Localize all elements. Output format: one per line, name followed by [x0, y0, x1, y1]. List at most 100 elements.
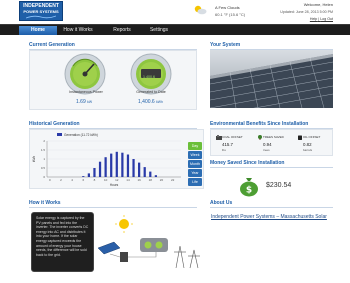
- nav-tab-home[interactable]: Home: [19, 26, 57, 35]
- x-tick-label: 20: [160, 178, 164, 182]
- header: INDEPENDENT POWER SYSTEMS A Few Clouds 6…: [0, 0, 350, 24]
- range-year-button[interactable]: Year: [188, 169, 202, 177]
- range-life-button[interactable]: Life: [188, 178, 202, 186]
- updated-text: Updated: June 28, 2013 5:00 PM: [280, 10, 333, 14]
- bar: [132, 159, 135, 177]
- bar: [104, 157, 107, 177]
- instant-power-unit: kW: [87, 100, 93, 104]
- x-tick-label: 0: [49, 178, 51, 182]
- coal-unit: lbs: [222, 148, 226, 152]
- meter-display: 1,400.6: [143, 75, 155, 79]
- bar: [110, 153, 113, 177]
- main-nav: Home How it Works Reports Settings: [0, 24, 350, 35]
- x-axis-label: Hours: [110, 183, 119, 187]
- y-tick-label: 0: [43, 175, 45, 179]
- generated-to-date-label: Generated to Date: [136, 90, 166, 94]
- nav-tab-reports[interactable]: Reports: [102, 26, 142, 35]
- x-tick-label: 6: [82, 178, 84, 182]
- x-tick-label: 12: [115, 178, 119, 182]
- weather-widget: A Few Clouds 60.1 °F (15.6 °C): [193, 3, 268, 21]
- about-link[interactable]: Independent Power Systems – Massachusett…: [211, 214, 327, 220]
- partly-cloudy-icon: [194, 5, 207, 15]
- account-links: Help | Log Out: [309, 17, 333, 21]
- bar: [93, 168, 96, 177]
- bar: [87, 173, 90, 177]
- power-tower-icon: [174, 245, 200, 269]
- coal-label: COAL OFFSET: [222, 135, 243, 139]
- range-month-button[interactable]: Month: [188, 160, 202, 168]
- coal-value: 415.7: [222, 142, 233, 147]
- your-system-title: Your System: [210, 42, 333, 50]
- instant-power-value: 1.69 kW: [76, 99, 92, 105]
- x-tick-label: 8: [94, 178, 96, 182]
- todate-value: 1,400.6 kWh: [138, 99, 163, 105]
- y-tick-label: 2: [43, 139, 45, 143]
- bar: [138, 162, 141, 177]
- bar: [154, 175, 157, 177]
- nav-tab-settings[interactable]: Settings: [142, 26, 176, 35]
- todate-unit: kWh: [156, 100, 163, 104]
- historical-chart: Generation (11.72 kWh)00.511.520 2 4 6 8 10 12…: [32, 133, 181, 187]
- current-generation-title: Current Generation: [29, 42, 197, 50]
- bar: [149, 171, 152, 177]
- logout-link[interactable]: Log Out: [320, 17, 333, 21]
- x-tick-label: 18: [149, 178, 153, 182]
- money-title: Money Saved Since Installation: [210, 160, 333, 168]
- x-tick-label: 10: [104, 178, 108, 182]
- brand-logo[interactable]: INDEPENDENT POWER SYSTEMS: [19, 1, 63, 21]
- oil-value: 0.82: [303, 142, 312, 147]
- x-tick-label: 2: [60, 178, 62, 182]
- nav-tab-how-it-works[interactable]: How it Works: [58, 26, 98, 35]
- logo-line2: POWER SYSTEMS: [23, 9, 59, 14]
- x-tick-label: 16: [137, 178, 141, 182]
- bar: [143, 167, 146, 177]
- meter-icon: [140, 238, 168, 252]
- instant-power-number: 1.69: [76, 99, 86, 105]
- instant-power-label: Instantaneous Power: [69, 90, 103, 94]
- todate-number: 1,400.6: [138, 99, 155, 105]
- x-tick-label: 22: [171, 178, 175, 182]
- historical-title: Historical Generation: [29, 121, 197, 129]
- weather-temp: 60.1 °F (15.6 °C): [215, 12, 246, 17]
- coal-offset: COAL OFFSET 415.7 lbs: [212, 132, 252, 154]
- welcome-text: Welcome, Helen: [303, 2, 333, 7]
- trees-saved: TREES SAVED 0.94 trees: [253, 132, 293, 154]
- legend-label: Generation (11.72 kWh): [64, 133, 98, 137]
- svg-text:$: $: [246, 186, 252, 196]
- y-axis-label: kWh: [32, 156, 36, 163]
- bar: [121, 152, 124, 177]
- help-link[interactable]: Help: [310, 17, 317, 21]
- environmental-title: Environmental Benefits Since Installatio…: [210, 121, 333, 129]
- x-tick-label: 14: [126, 178, 130, 182]
- range-day-button[interactable]: Day: [188, 142, 202, 150]
- trees-value: 0.94: [263, 142, 272, 147]
- y-tick-label: 1.5: [41, 148, 46, 152]
- logo-wave-icon: [26, 15, 56, 19]
- weather-title: A Few Clouds: [215, 5, 240, 10]
- legend-swatch: [57, 133, 62, 136]
- how-it-works-diagram: [97, 215, 200, 269]
- money-bag-icon: $: [240, 178, 258, 197]
- account-area: Welcome, Helen Updated: June 28, 2013 5:…: [263, 2, 333, 22]
- x-tick-label: 4: [71, 178, 73, 182]
- bar: [115, 151, 118, 177]
- how-it-works-text: Solar energy is captured by the PV panel…: [31, 212, 94, 272]
- bar: [126, 154, 130, 177]
- bar: [82, 176, 85, 177]
- sun-icon: [119, 219, 129, 229]
- y-tick-label: 0.5: [41, 166, 46, 170]
- about-title: About Us: [210, 200, 333, 208]
- pv-panel-icon: [97, 241, 121, 255]
- money-saved-value: $230.54: [266, 182, 292, 189]
- oil-offset: OIL OFFSET 0.82 barrels: [293, 132, 333, 154]
- solar-panels-photo: [210, 50, 333, 108]
- how-it-works-title: How it Works: [29, 200, 197, 208]
- trees-unit: trees: [263, 148, 270, 152]
- bar: [98, 161, 102, 177]
- oil-label: OIL OFFSET: [303, 135, 321, 139]
- inverter-icon: [120, 252, 128, 262]
- trees-label: TREES SAVED: [263, 135, 284, 139]
- range-week-button[interactable]: Week: [188, 151, 202, 159]
- y-tick-label: 1: [43, 157, 45, 161]
- dashboard-page: INDEPENDENT POWER SYSTEMS A Few Clouds 6…: [0, 0, 350, 283]
